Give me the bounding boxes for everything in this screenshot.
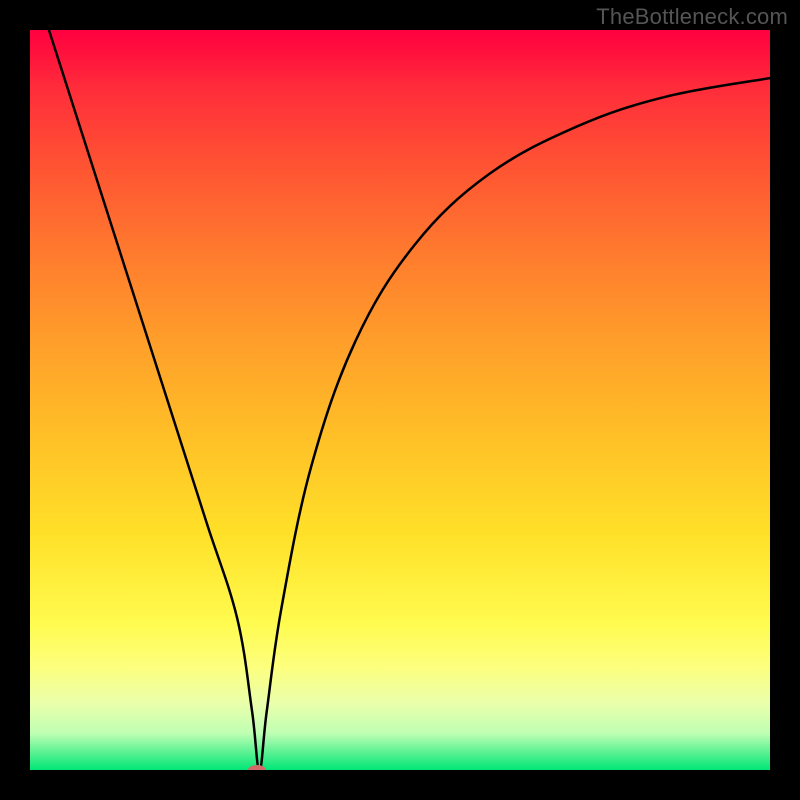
chart-frame: TheBottleneck.com <box>0 0 800 800</box>
watermark-text: TheBottleneck.com <box>596 4 788 30</box>
plot-area <box>30 30 770 770</box>
bottleneck-curve <box>30 30 770 770</box>
optimum-marker <box>248 765 266 770</box>
